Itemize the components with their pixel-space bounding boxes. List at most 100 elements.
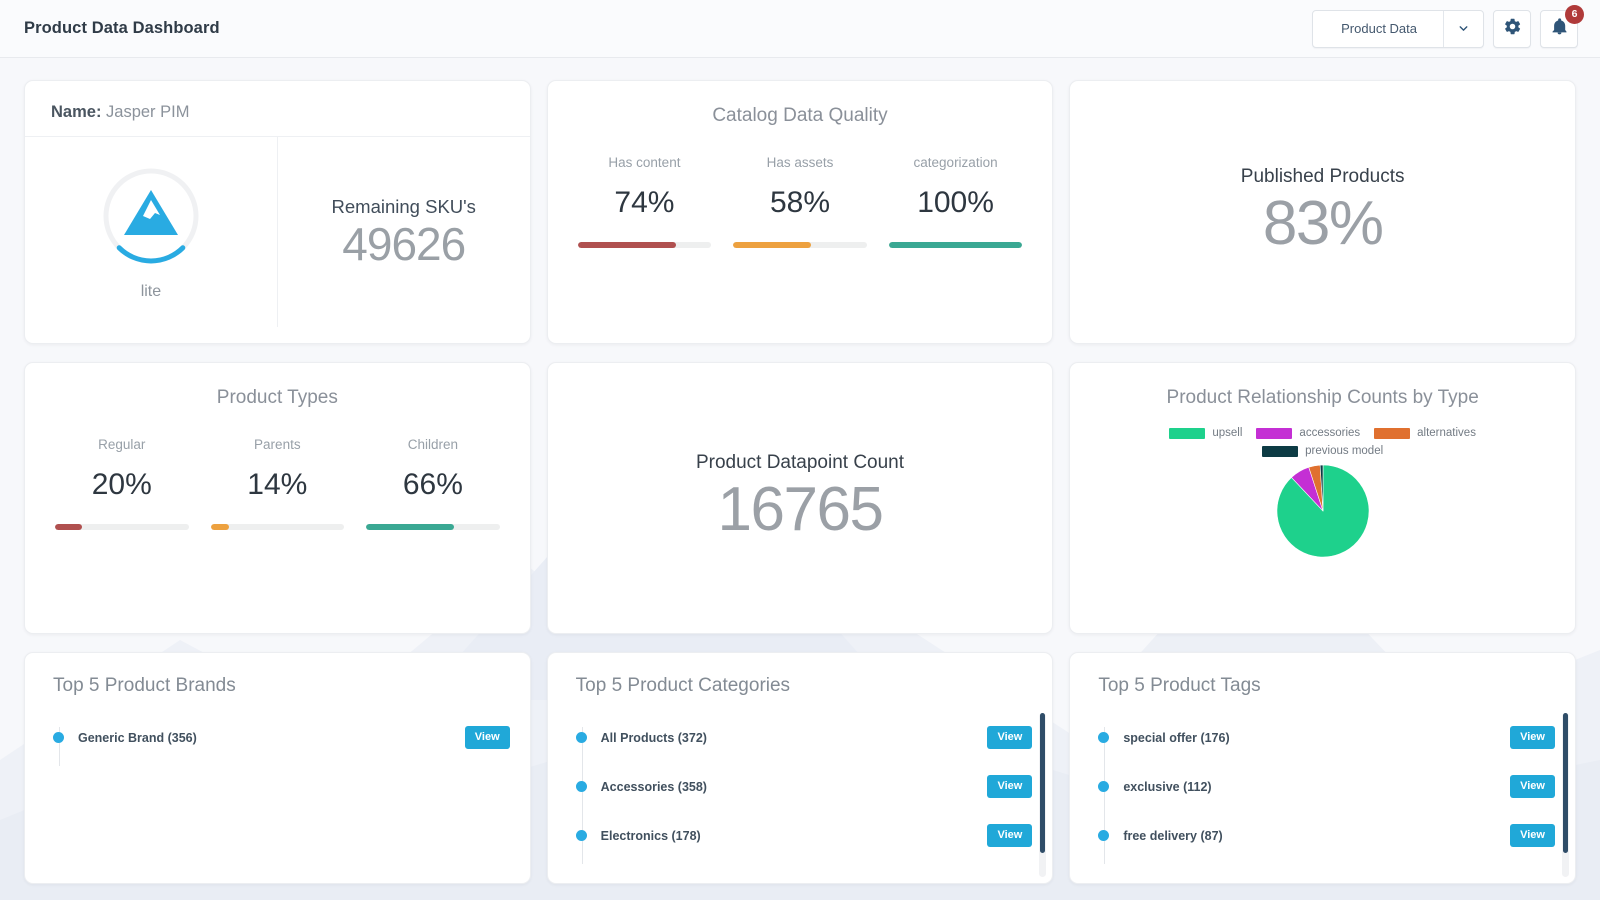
stat-value: 14%	[211, 468, 345, 502]
bullet-dot-icon	[53, 732, 64, 743]
legend-label: alternatives	[1417, 427, 1476, 439]
relationship-chart-legend: upsell accessories alternatives previous mo…	[1070, 409, 1575, 457]
stat-value: 100%	[889, 186, 1023, 220]
legend-item: upsell	[1169, 427, 1242, 439]
notifications-badge: 6	[1565, 5, 1584, 24]
categories-scrollbar[interactable]	[1039, 713, 1046, 877]
stat-label: Has content	[578, 155, 712, 170]
scope-select-label: Product Data	[1313, 11, 1443, 47]
legend-item: alternatives	[1374, 427, 1476, 439]
remaining-sku-pane: Remaining SKU's 49626	[278, 137, 530, 327]
remaining-sku-title: Remaining SKU's	[332, 196, 476, 218]
stat-value: 58%	[733, 186, 867, 220]
legend-swatch	[1374, 428, 1410, 439]
published-products-title: Published Products	[1241, 166, 1405, 188]
list-item: exclusive (112)View	[1098, 762, 1555, 811]
top-brands-title: Top 5 Product Brands	[25, 653, 530, 697]
card-product-relationship-counts: Product Relationship Counts by Type upse…	[1069, 362, 1576, 634]
catalog-quality-stats: Has content74% Has assets 58% categorizatio…	[548, 127, 1053, 248]
stat-label: categorization	[889, 155, 1023, 170]
bullet-dot-icon	[1098, 781, 1109, 792]
dashboard-grid: Name: Jasper PIM lite Remaining SKU's 49…	[0, 58, 1600, 884]
list-item-label: Electronics (178)	[601, 829, 701, 843]
list-item: Accessories (358) View	[576, 762, 1033, 811]
list-item-label: free delivery (87)	[1123, 829, 1222, 843]
stat-progress-track	[889, 242, 1023, 248]
stat-2: categorization 100%	[889, 155, 1023, 248]
stat-progress-track	[211, 524, 345, 530]
view-button[interactable]: View	[987, 775, 1032, 798]
legend-swatch	[1256, 428, 1292, 439]
view-button[interactable]: View	[465, 726, 510, 749]
view-button[interactable]: View	[1510, 726, 1555, 749]
stat-progress-track	[578, 242, 712, 248]
legend-label: upsell	[1212, 427, 1242, 439]
product-types-title: Product Types	[25, 363, 530, 409]
relationship-chart-title: Product Relationship Counts by Type	[1070, 363, 1575, 409]
list-item: All Products (372) View	[576, 713, 1033, 762]
gear-icon	[1503, 17, 1522, 41]
legend-label: previous model	[1305, 445, 1383, 457]
stat-progress-fill	[889, 242, 1023, 248]
published-products-value: 83%	[1263, 190, 1383, 258]
card-product-types: Product Types Regular20% Parents 14% Childr…	[24, 362, 531, 634]
bullet-dot-icon	[576, 830, 587, 841]
card-product-datapoint-count: Product Datapoint Count 16765	[547, 362, 1054, 634]
card-published-products: Published Products 83%	[1069, 80, 1576, 344]
stat-0: Regular20%	[55, 437, 189, 530]
view-button[interactable]: View	[1510, 775, 1555, 798]
settings-button[interactable]	[1493, 10, 1531, 48]
stat-1: Parents 14%	[211, 437, 345, 530]
legend-item: accessories	[1256, 427, 1360, 439]
top-brands-list: Generic Brand (356)View	[25, 697, 530, 762]
legend-item: previous model	[1262, 445, 1383, 457]
bullet-dot-icon	[576, 732, 587, 743]
stat-1: Has assets 58%	[733, 155, 867, 248]
stat-progress-track	[55, 524, 189, 530]
legend-swatch	[1169, 428, 1205, 439]
stat-progress-fill	[733, 242, 810, 248]
notifications-button[interactable]: 6	[1540, 10, 1578, 48]
mountain-logo-icon	[99, 164, 203, 273]
datapoint-count-value: 16765	[718, 476, 883, 544]
instance-gauge-pane: lite	[25, 137, 278, 327]
categories-scrollbar-thumb[interactable]	[1040, 713, 1045, 853]
card-top-product-brands: Top 5 Product Brands Generic Brand (356)…	[24, 652, 531, 884]
product-types-stats: Regular20%Parents14%Children66%	[25, 409, 530, 530]
stat-progress-track	[366, 524, 500, 530]
app-header: Product Data Dashboard Product Data 6	[0, 0, 1600, 58]
remaining-sku-value: 49626	[342, 220, 465, 268]
view-button[interactable]: View	[987, 824, 1032, 847]
stat-progress-fill	[578, 242, 677, 248]
list-item-label: All Products (372)	[601, 731, 707, 745]
instance-name-row: Name: Jasper PIM	[25, 81, 530, 137]
list-item-label: Accessories (358)	[601, 780, 707, 794]
card-instance-summary: Name: Jasper PIM lite Remaining SKU's 49…	[24, 80, 531, 344]
stat-progress-fill	[366, 524, 454, 530]
bullet-dot-icon	[576, 781, 587, 792]
bell-icon	[1550, 17, 1569, 41]
stat-label: Children	[366, 437, 500, 452]
card-top-product-tags: Top 5 Product Tags special offer (176)Vi…	[1069, 652, 1576, 884]
relationship-pie-chart	[1070, 465, 1575, 557]
stat-progress-fill	[211, 524, 230, 530]
top-tags-title: Top 5 Product Tags	[1070, 653, 1575, 697]
top-categories-list: All Products (372) View Accessories (358) V…	[548, 697, 1053, 860]
tags-scrollbar[interactable]	[1562, 713, 1569, 877]
stat-label: Parents	[211, 437, 345, 452]
list-item: Electronics (178) View	[576, 811, 1033, 860]
view-button[interactable]: View	[987, 726, 1032, 749]
header-actions: Product Data 6	[1312, 10, 1578, 48]
tags-scrollbar-thumb[interactable]	[1563, 713, 1568, 853]
card-catalog-data-quality: Catalog Data Quality Has content74%Has a…	[547, 80, 1054, 344]
list-item: free delivery (87) View	[1098, 811, 1555, 860]
stat-0: Has content74%	[578, 155, 712, 248]
stat-label: Has assets	[733, 155, 867, 170]
top-categories-title: Top 5 Product Categories	[548, 653, 1053, 697]
instance-name-value: Jasper PIM	[106, 103, 189, 121]
plan-label: lite	[141, 283, 161, 301]
list-item: special offer (176)View	[1098, 713, 1555, 762]
chevron-down-icon[interactable]	[1443, 11, 1483, 47]
scope-select[interactable]: Product Data	[1312, 10, 1484, 48]
view-button[interactable]: View	[1510, 824, 1555, 847]
